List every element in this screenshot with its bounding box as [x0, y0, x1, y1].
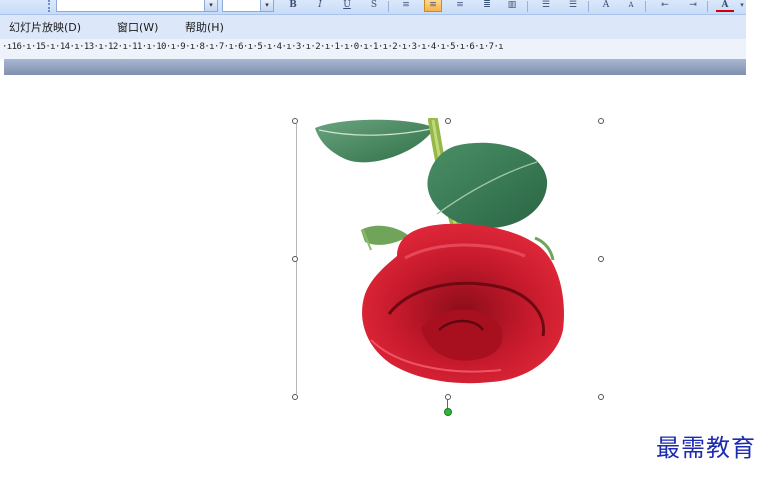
rotate-handle[interactable] — [444, 408, 452, 416]
columns-icon[interactable]: ▥ — [503, 0, 521, 12]
bullets-icon[interactable]: ☰ — [564, 0, 582, 12]
font-size-combo[interactable]: ▾ — [222, 0, 274, 12]
underline-icon[interactable]: U — [338, 0, 356, 12]
toolbar-separator — [527, 1, 528, 12]
menu-help[interactable]: 帮助(H) — [185, 19, 224, 35]
resize-handle-top-right[interactable] — [598, 118, 604, 124]
resize-handle-bottom[interactable] — [445, 394, 451, 400]
font-name-combo[interactable]: ▾ — [56, 0, 218, 12]
horizontal-ruler[interactable]: ·ı16·ı·15·ı·14·ı·13·ı·12·ı·11·ı·10·ı·9·ı… — [0, 39, 746, 59]
powerpoint-window: ▾ ▾ B I U S ≡ ≡ ≡ ≣ ▥ ☰ ☰ A A ⇤ ⇥ A ▾ 幻灯… — [0, 0, 778, 477]
increase-font-icon[interactable]: A — [597, 0, 615, 12]
justify-icon[interactable]: ≣ — [478, 0, 496, 12]
watermark-logo: 最需教育 — [656, 434, 756, 462]
resize-handle-right[interactable] — [598, 256, 604, 262]
decrease-font-icon[interactable]: A — [622, 0, 640, 12]
menu-window[interactable]: 窗口(W) — [117, 19, 158, 35]
shadow-icon[interactable]: S — [365, 0, 383, 12]
resize-handle-top[interactable] — [445, 118, 451, 124]
resize-handle-left[interactable] — [292, 256, 298, 262]
toolbar-separator — [588, 1, 589, 12]
align-left-icon[interactable]: ≡ — [397, 0, 415, 12]
toolbar-separator — [707, 1, 708, 12]
font-color-icon[interactable]: A — [716, 0, 734, 12]
ruler-shadow-bar — [4, 59, 746, 75]
toolbar-separator — [388, 1, 389, 12]
bold-icon[interactable]: B — [284, 0, 302, 12]
numbering-icon[interactable]: ☰ — [537, 0, 555, 12]
decrease-indent-icon[interactable]: ⇤ — [656, 0, 674, 12]
toolbar-separator — [645, 1, 646, 12]
increase-indent-icon[interactable]: ⇥ — [684, 0, 702, 12]
align-right-icon[interactable]: ≡ — [451, 0, 469, 12]
menu-bar: 幻灯片放映(D) 窗口(W) 帮助(H) — [0, 15, 746, 39]
chevron-down-icon[interactable]: ▾ — [260, 0, 273, 11]
chevron-down-icon[interactable]: ▾ — [204, 0, 217, 11]
menu-slideshow[interactable]: 幻灯片放映(D) — [9, 19, 81, 35]
resize-handle-bottom-right[interactable] — [598, 394, 604, 400]
formatting-toolbar: ▾ ▾ B I U S ≡ ≡ ≡ ≣ ▥ ☰ ☰ A A ⇤ ⇥ A ▾ — [0, 0, 746, 15]
resize-handle-bottom-left[interactable] — [292, 394, 298, 400]
italic-icon[interactable]: I — [311, 0, 329, 12]
align-center-icon[interactable]: ≡ — [424, 0, 442, 12]
ruler-labels: ·ı16·ı·15·ı·14·ı·13·ı·12·ı·11·ı·10·ı·9·ı… — [2, 42, 504, 52]
toolbar-grip[interactable] — [48, 0, 53, 12]
rose-picture[interactable] — [305, 115, 575, 388]
rose-image — [315, 115, 564, 384]
resize-handle-top-left[interactable] — [292, 118, 298, 124]
chevron-down-icon[interactable]: ▾ — [733, 0, 746, 12]
